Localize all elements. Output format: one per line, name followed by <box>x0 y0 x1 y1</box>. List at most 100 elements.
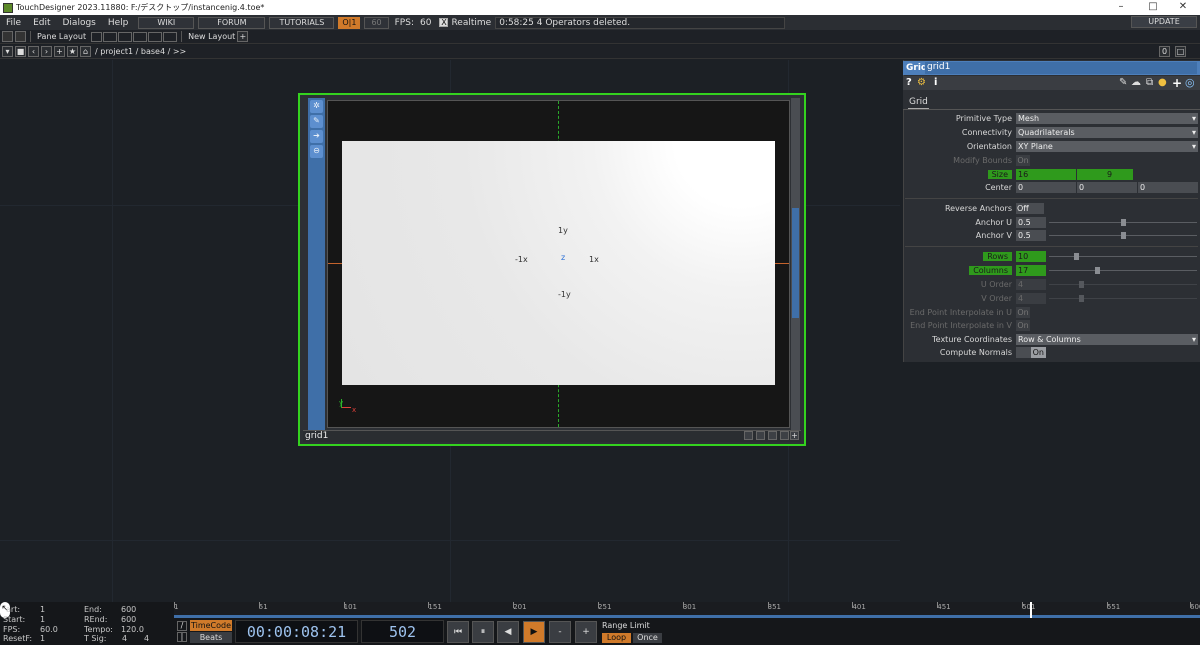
tab-grid[interactable]: Grid <box>908 97 929 109</box>
rows-knob[interactable] <box>1074 253 1079 260</box>
loop-button[interactable]: Loop <box>602 633 631 643</box>
v-order-field[interactable]: 4 <box>1016 293 1046 304</box>
step-back-button[interactable]: - <box>549 621 571 643</box>
size-y-field[interactable]: 9 <box>1077 169 1133 180</box>
node-flag-bypass[interactable] <box>780 431 789 440</box>
center-x-field[interactable]: 0 <box>1016 182 1076 193</box>
tempo-value[interactable]: 120.0 <box>121 625 144 634</box>
node-flag-display[interactable] <box>744 431 753 440</box>
menu-file[interactable]: File <box>0 18 27 28</box>
rewind-to-start-icon[interactable]: ⏮ <box>447 621 469 643</box>
dropdown-icon[interactable]: ▾ <box>2 46 13 57</box>
op-name-field[interactable]: grid1 <box>925 62 1197 74</box>
pencil-icon[interactable]: ✎ <box>310 115 323 128</box>
wiki-button[interactable]: WIKI <box>138 16 195 29</box>
realtime-checkbox[interactable]: X <box>439 18 449 27</box>
viewer-scrollbar[interactable] <box>791 98 800 430</box>
play-forward-icon[interactable]: ▶ <box>523 621 545 643</box>
columns-field[interactable]: 17 <box>1016 265 1046 276</box>
rows-field[interactable]: 10 <box>1016 251 1046 262</box>
columns-knob[interactable] <box>1095 267 1100 274</box>
anchor-v-knob[interactable] <box>1121 232 1126 239</box>
center-y-field[interactable]: 0 <box>1077 182 1137 193</box>
playhead[interactable] <box>1030 602 1032 618</box>
menu-edit[interactable]: Edit <box>27 18 56 28</box>
menu-help[interactable]: Help <box>102 18 135 28</box>
start-value[interactable]: 1 <box>40 605 45 614</box>
lock-icon[interactable]: ⊖ <box>310 145 323 158</box>
primitive-type-menu[interactable]: Mesh ▾ <box>1016 113 1198 124</box>
clone-icon[interactable]: ⧉ <box>1146 77 1153 88</box>
layout-preset-5[interactable] <box>148 31 163 42</box>
pencil-icon[interactable]: ✎ <box>1119 77 1127 88</box>
texture-coordinates-menu[interactable]: Row & Columns ▾ <box>1016 334 1198 345</box>
compute-normals-toggle[interactable]: On <box>1016 347 1046 358</box>
anchor-v-field[interactable]: 0.5 <box>1016 230 1046 241</box>
pane-number[interactable]: 0 <box>1159 46 1170 57</box>
anchor-u-field[interactable]: 0.5 <box>1016 217 1046 228</box>
resetf-value[interactable]: 1 <box>40 634 45 643</box>
gear-icon[interactable]: ✲ <box>310 100 323 113</box>
connectivity-menu[interactable]: Quadrilaterals ▾ <box>1016 127 1198 138</box>
node-flag-template[interactable] <box>768 431 777 440</box>
menu-dialogs[interactable]: Dialogs <box>57 18 102 28</box>
close-button[interactable]: ✕ <box>1168 0 1198 15</box>
beats-button[interactable]: Beats <box>190 632 232 643</box>
network-view-icon[interactable] <box>2 31 13 42</box>
end-point-u-toggle[interactable]: On <box>1016 307 1030 318</box>
stop-icon[interactable]: ■ <box>15 46 26 57</box>
timecode-button[interactable]: TimeCode <box>190 620 232 631</box>
reverse-anchors-toggle[interactable]: Off <box>1016 203 1044 214</box>
step-forward-button[interactable]: + <box>575 621 597 643</box>
parent-icon[interactable]: ⌂ <box>80 46 91 57</box>
layout-preset-3[interactable] <box>118 31 133 42</box>
pause-icon[interactable]: ⏸ <box>472 621 494 643</box>
anchor-u-knob[interactable] <box>1121 219 1126 226</box>
center-z-field[interactable]: 0 <box>1138 182 1198 193</box>
panel-view-icon[interactable] <box>15 31 26 42</box>
python-script-icon[interactable]: ● <box>1158 77 1167 88</box>
orientation-menu[interactable]: XY Plane ▾ <box>1016 141 1198 152</box>
forward-icon[interactable]: › <box>41 46 52 57</box>
columns-slider[interactable] <box>1049 270 1197 271</box>
beats-mode-icon[interactable]: | <box>177 632 187 642</box>
tsig-numerator[interactable]: 4 <box>122 634 127 643</box>
end-point-v-toggle[interactable]: On <box>1016 320 1030 331</box>
rows-slider[interactable] <box>1049 256 1197 257</box>
size-x-field[interactable]: 16 <box>1016 169 1076 180</box>
u-order-field[interactable]: 4 <box>1016 279 1046 290</box>
node-name[interactable]: grid1 <box>303 430 801 442</box>
help-icon[interactable]: ? <box>906 77 912 88</box>
layout-preset-1[interactable] <box>91 31 103 42</box>
node-flag-render[interactable] <box>756 431 765 440</box>
u-order-slider[interactable] <box>1049 284 1197 285</box>
minimize-button[interactable]: – <box>1106 0 1136 15</box>
tutorials-button[interactable]: TUTORIALS <box>269 16 335 29</box>
viewer-scrollbar-thumb[interactable] <box>792 208 799 318</box>
timecode-mode-icon[interactable]: / <box>177 621 187 631</box>
network-path[interactable]: / project1 / base4 / >> <box>95 47 186 56</box>
node-output-connector[interactable]: + <box>790 431 799 440</box>
comment-icon[interactable]: ☁ <box>1131 77 1141 88</box>
timecode-display[interactable]: 00:00:08:21 <box>235 620 358 643</box>
python-icon[interactable]: ⚙ <box>917 77 926 88</box>
arrow-right-icon[interactable]: ➔ <box>310 130 323 143</box>
play-reverse-icon[interactable]: ◀ <box>497 621 519 643</box>
forum-button[interactable]: FORUM <box>198 16 266 29</box>
info-icon[interactable]: i <box>934 77 937 88</box>
add-icon[interactable]: + <box>54 46 65 57</box>
rstart-value[interactable]: 1 <box>40 615 45 624</box>
frame-display[interactable]: 502 <box>361 620 444 643</box>
u-order-knob[interactable] <box>1079 281 1084 288</box>
v-order-slider[interactable] <box>1049 298 1197 299</box>
add-layout-button[interactable]: + <box>237 31 249 42</box>
pane-maximize-icon[interactable]: □ <box>1175 46 1186 57</box>
once-button[interactable]: Once <box>633 633 662 643</box>
new-layout-label[interactable]: New Layout <box>188 32 235 41</box>
layout-preset-6[interactable] <box>163 31 178 42</box>
end-value[interactable]: 600 <box>121 605 136 614</box>
oi-indicator[interactable]: O|1 <box>338 16 361 29</box>
layout-preset-4[interactable] <box>133 31 148 42</box>
target-icon[interactable]: ◎ <box>1185 76 1195 89</box>
v-order-knob[interactable] <box>1079 295 1084 302</box>
